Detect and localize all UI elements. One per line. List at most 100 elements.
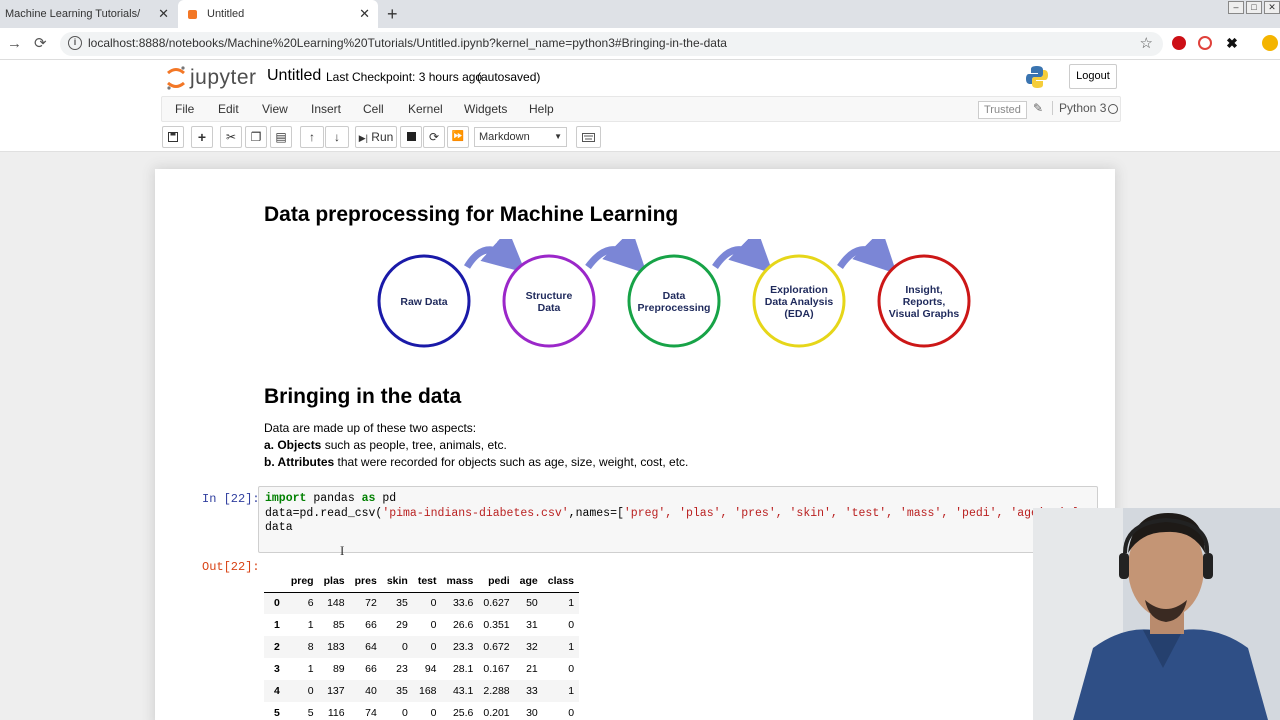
tab-title: Untitled xyxy=(207,8,245,20)
output-prompt: Out[22]: xyxy=(202,560,260,574)
table-header: pedi xyxy=(478,570,515,593)
url-omnibox[interactable]: i localhost:8888/notebooks/Machine%20Lea… xyxy=(60,32,1163,56)
step-forward-icon: ▶| xyxy=(358,133,368,143)
table-cell: 183 xyxy=(327,641,345,653)
minimize-icon[interactable]: – xyxy=(1228,1,1244,14)
command-palette-button[interactable] xyxy=(576,126,601,148)
aspect-attributes-bold: b. Attributes xyxy=(264,455,335,469)
scissors-icon: ✂ xyxy=(225,130,237,144)
checkpoint-status: Last Checkpoint: 3 hours ago xyxy=(326,70,483,84)
table-cell: 0 xyxy=(568,707,575,719)
reload-icon[interactable]: ⟳ xyxy=(34,34,47,54)
table-cell: 89 xyxy=(332,663,345,675)
table-cell: 32 xyxy=(526,641,538,653)
row-index: 0 xyxy=(274,597,280,610)
table-header xyxy=(264,570,286,593)
jupyter-favicon-icon xyxy=(188,9,197,19)
table-header: test xyxy=(412,570,442,593)
copy-button[interactable]: ❐ xyxy=(245,126,267,148)
shield-extension-icon[interactable] xyxy=(1198,36,1212,50)
new-tab-plus-icon[interactable]: + xyxy=(387,4,398,24)
row-index: 3 xyxy=(274,663,280,675)
table-cell: 29 xyxy=(396,619,408,631)
table-cell: 168 xyxy=(418,685,437,697)
table-cell: 85 xyxy=(332,619,345,631)
table-cell: 1 xyxy=(568,641,575,653)
table-cell: 8 xyxy=(307,641,314,653)
table-cell: 0 xyxy=(401,641,408,653)
restart-run-all-button[interactable]: ⏩ xyxy=(447,126,469,148)
table-cell: 116 xyxy=(327,707,345,719)
python-logo-icon xyxy=(1026,66,1048,88)
url-text[interactable]: localhost:8888/notebooks/Machine%20Learn… xyxy=(88,36,727,50)
opera-extension-icon[interactable] xyxy=(1172,36,1186,50)
table-cell: 35 xyxy=(396,685,408,697)
notebook-title[interactable]: Untitled xyxy=(267,67,321,85)
pipeline-step-label: Preprocessing xyxy=(638,302,711,314)
logout-button[interactable]: Logout xyxy=(1069,64,1117,89)
table-cell: 31 xyxy=(526,619,538,631)
table-cell: 0.351 xyxy=(483,619,510,631)
menu-kernel[interactable]: Kernel xyxy=(408,102,443,116)
table-cell: 0 xyxy=(568,619,575,631)
insert-cell-button[interactable]: + xyxy=(191,126,213,148)
kernel-idle-indicator-icon xyxy=(1108,104,1118,114)
table-cell: 0 xyxy=(430,641,437,653)
jupyter-logo-text: jupyter xyxy=(190,66,257,89)
table-header: class xyxy=(542,570,580,593)
tab-close-icon[interactable]: ✕ xyxy=(158,6,169,22)
interrupt-button[interactable] xyxy=(400,126,422,148)
plus-icon: + xyxy=(197,129,207,145)
menu-insert[interactable]: Insert xyxy=(311,102,341,116)
browser-tab[interactable]: Machine Learning Tutorials/ ✕ xyxy=(0,0,177,28)
pipeline-nodes: Raw Data StructureDataDataPreprocessingEx… xyxy=(377,254,971,348)
aspect-attributes-text: that were recorded for objects such as a… xyxy=(334,455,689,469)
cell-type-select[interactable]: Markdown ▼ xyxy=(474,127,567,147)
table-cell: 28.1 xyxy=(452,663,474,675)
pencil-icon[interactable]: ✎ xyxy=(1033,101,1043,115)
jupyter-logo[interactable]: jupyter xyxy=(165,65,257,91)
menu-view[interactable]: View xyxy=(262,102,288,116)
site-info-icon[interactable]: i xyxy=(68,36,82,50)
notebook-toolbar: + ✂ ❐ ▤ ↑ ↓ ▶| Run ⟳ ⏩ Markdown ▼ xyxy=(0,126,1280,150)
kernel-name: Python 3 xyxy=(1052,101,1106,115)
save-button[interactable] xyxy=(162,126,184,148)
table-cell: 1 xyxy=(307,663,314,675)
aspect-objects: a. Objects such as people, tree, animals… xyxy=(264,437,507,454)
menu-help[interactable]: Help xyxy=(529,102,554,116)
table-cell: 1 xyxy=(568,685,575,697)
browser-tab-active[interactable]: Untitled ✕ xyxy=(178,0,378,28)
table-cell: 0 xyxy=(430,619,437,631)
code-cell[interactable]: import pandas as pd data=pd.read_csv('pi… xyxy=(258,486,1098,553)
presenter-video-image xyxy=(1033,508,1280,720)
autosave-status: (autosaved) xyxy=(477,70,541,84)
table-row: 4 0 137 40 35 168 43.1 2.288 33 1 xyxy=(264,680,580,702)
paste-button[interactable]: ▤ xyxy=(270,126,292,148)
window-close-icon[interactable]: ✕ xyxy=(1264,1,1280,14)
tools-extension-icon[interactable]: ✖ xyxy=(1225,36,1239,50)
move-up-button[interactable]: ↑ xyxy=(300,126,324,148)
menu-edit[interactable]: Edit xyxy=(218,102,239,116)
move-down-button[interactable]: ↓ xyxy=(325,126,349,148)
maximize-icon[interactable]: □ xyxy=(1246,1,1262,14)
tab-close-icon[interactable]: ✕ xyxy=(359,6,370,22)
run-button[interactable]: ▶| Run xyxy=(355,126,397,148)
table-cell: 1 xyxy=(307,619,314,631)
restart-button[interactable]: ⟳ xyxy=(423,126,445,148)
menu-cell[interactable]: Cell xyxy=(363,102,384,116)
back-arrow-icon[interactable]: → xyxy=(7,34,22,54)
cut-button[interactable]: ✂ xyxy=(220,126,242,148)
bookmark-star-icon[interactable]: ☆ xyxy=(1140,34,1153,52)
pipeline-step-label: Reports, xyxy=(903,296,946,308)
menu-widgets[interactable]: Widgets xyxy=(464,102,507,116)
trusted-indicator[interactable]: Trusted xyxy=(978,101,1027,119)
menu-file[interactable]: File xyxy=(175,102,194,116)
pipeline-step-label: Data Analysis xyxy=(765,296,834,308)
pipeline-step-label: Raw Data xyxy=(400,296,447,308)
cell-type-value: Markdown xyxy=(479,131,530,143)
table-header: age xyxy=(514,570,543,593)
pipeline-step-label: Visual Graphs xyxy=(889,308,960,320)
profile-avatar[interactable] xyxy=(1262,35,1278,51)
table-row: 1 1 85 66 29 0 26.6 0.351 31 0 xyxy=(264,614,579,636)
pipeline-step-label: Insight, xyxy=(905,284,942,296)
